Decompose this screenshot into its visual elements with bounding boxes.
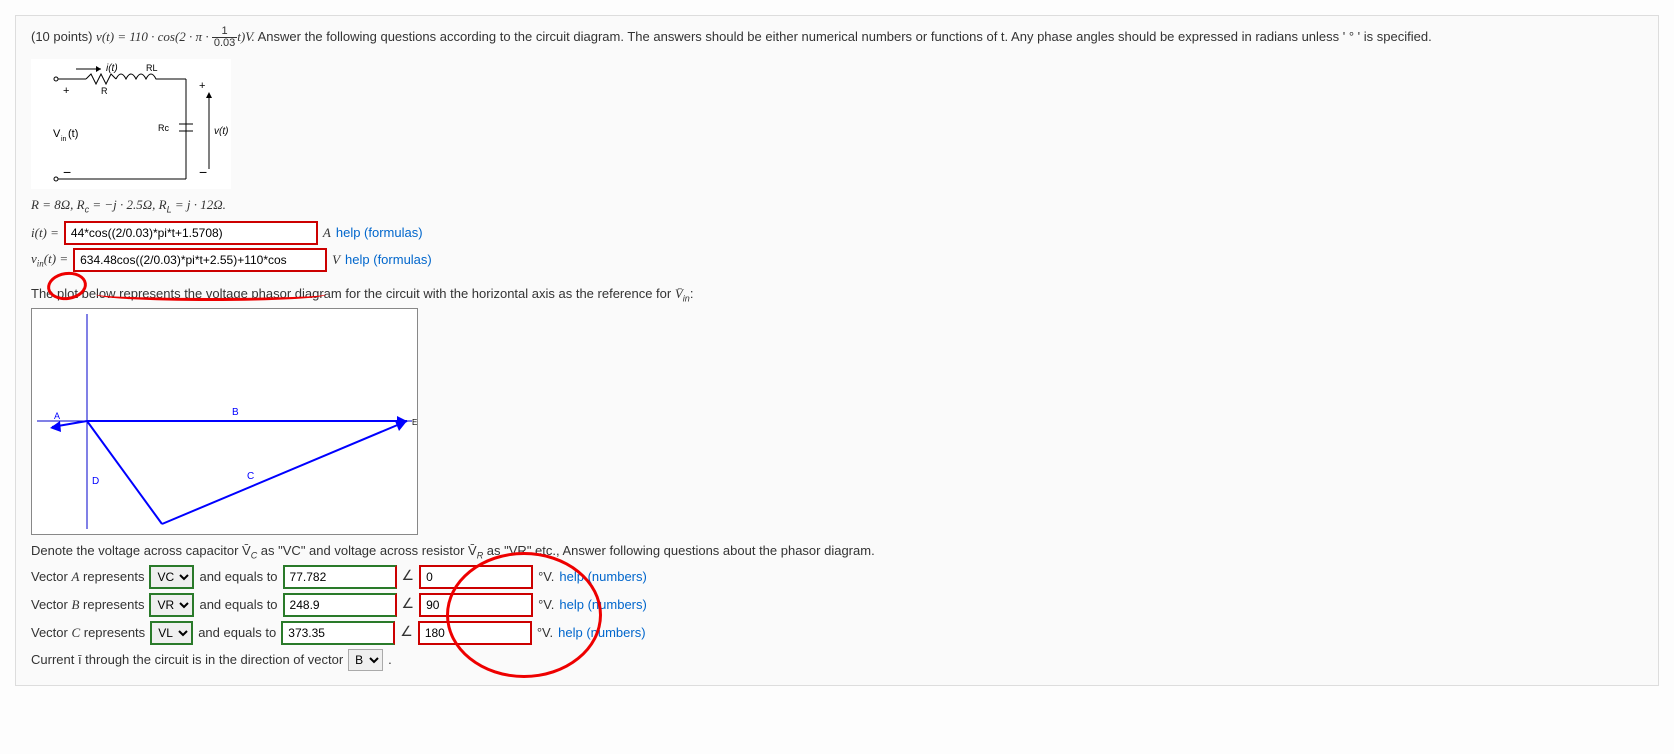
- svg-text:Rc: Rc: [158, 123, 169, 133]
- svg-text:E: E: [412, 418, 417, 427]
- frac-den: 0.03: [212, 38, 237, 49]
- plot-intro: The plot below represents the voltage ph…: [31, 286, 1643, 304]
- vin-help-link[interactable]: help (formulas): [345, 252, 432, 267]
- vec-b-angle[interactable]: [419, 593, 533, 617]
- vec-b-label: Vector B represents: [31, 597, 144, 613]
- angle-icon: ∠: [402, 596, 415, 613]
- vec-c-label: Vector C represents: [31, 625, 145, 641]
- phasor-plot: B E A D C: [31, 308, 418, 535]
- vec-b-mag[interactable]: [283, 593, 397, 617]
- vt-expression-suffix: t)V.: [237, 29, 254, 44]
- it-label: i(t) =: [31, 225, 59, 241]
- svg-text:v(t): v(t): [214, 126, 228, 137]
- it-unit: A: [323, 225, 331, 241]
- angle-icon: ∠: [402, 568, 415, 585]
- svg-text:R: R: [101, 86, 108, 96]
- svg-text:−: −: [63, 164, 71, 180]
- vector-a-row: Vector A represents VC and equals to ∠ °…: [31, 565, 1643, 589]
- params-1: R = 8Ω, R: [31, 197, 85, 212]
- current-label: Current ī through the circuit is in the …: [31, 652, 343, 667]
- denote-line: Denote the voltage across capacitor V̄C …: [31, 543, 1643, 561]
- vin-row: vin(t) = V help (formulas): [31, 248, 1643, 272]
- vec-a-help[interactable]: help (numbers): [559, 569, 646, 584]
- points-label: (10 points): [31, 29, 92, 44]
- fraction: 10.03: [212, 26, 237, 49]
- vec-a-select[interactable]: VC: [149, 565, 194, 589]
- vec-c-mag[interactable]: [281, 621, 395, 645]
- svg-text:RL: RL: [146, 63, 158, 73]
- instructions-text: Answer the following questions according…: [258, 29, 1432, 44]
- denote-1: Denote the voltage across capacitor V̄: [31, 543, 251, 558]
- vec-c-help[interactable]: help (numbers): [558, 625, 645, 640]
- current-select[interactable]: B: [348, 649, 383, 671]
- it-row: i(t) = A help (formulas): [31, 221, 1643, 245]
- vin-unit: V: [332, 252, 340, 268]
- plot-text-1: The plot below represents the voltage ph…: [31, 286, 675, 301]
- svg-text:i(t): i(t): [106, 63, 118, 74]
- params-3: = j · 12Ω.: [172, 197, 226, 212]
- circuit-diagram: i(t) RL R Rc + − V in (t) +: [31, 59, 231, 189]
- vec-a-mag[interactable]: [283, 565, 397, 589]
- svg-text:−: −: [199, 164, 207, 180]
- current-row: Current ī through the circuit is in the …: [31, 649, 1643, 671]
- problem-container: (10 points) v(t) = 110 · cos(2 · π · 10.…: [15, 15, 1659, 686]
- svg-text:A: A: [54, 411, 60, 421]
- denote-2: as "VC" and voltage across resistor V̄: [257, 543, 477, 558]
- it-input[interactable]: [64, 221, 318, 245]
- vector-c-row: Vector C represents VL and equals to ∠ °…: [31, 621, 1643, 645]
- vec-c-eq: and equals to: [198, 625, 276, 640]
- svg-text:B: B: [232, 407, 239, 418]
- vec-a-unit: °V.: [538, 569, 554, 584]
- params-2: = −j · 2.5Ω, R: [89, 197, 167, 212]
- svg-text:(t): (t): [68, 128, 78, 140]
- svg-text:+: +: [63, 85, 69, 97]
- vec-b-unit: °V.: [538, 597, 554, 612]
- vin-label: vin(t) =: [31, 251, 68, 269]
- vec-c-angle[interactable]: [418, 621, 532, 645]
- vec-a-eq: and equals to: [199, 569, 277, 584]
- vin-input[interactable]: [73, 248, 327, 272]
- vec-c-select[interactable]: VL: [150, 621, 193, 645]
- vec-a-angle[interactable]: [419, 565, 533, 589]
- plot-vin-sub: in: [683, 293, 690, 303]
- vec-b-select[interactable]: VR: [149, 593, 194, 617]
- vec-b-eq: and equals to: [199, 597, 277, 612]
- vec-c-unit: °V.: [537, 625, 553, 640]
- vt-expression-prefix: v(t) = 110 · cos(2 · π ·: [96, 29, 212, 44]
- vec-b-help[interactable]: help (numbers): [559, 597, 646, 612]
- angle-icon: ∠: [400, 624, 413, 641]
- vector-b-row: Vector B represents VR and equals to ∠ °…: [31, 593, 1643, 617]
- svg-text:V: V: [53, 128, 61, 140]
- plot-vin-sym: V̄: [675, 286, 683, 301]
- it-help-link[interactable]: help (formulas): [336, 225, 423, 240]
- svg-text:+: +: [199, 80, 205, 92]
- svg-text:C: C: [247, 471, 254, 482]
- plot-text-2: :: [690, 286, 694, 301]
- current-period: .: [388, 652, 392, 667]
- vec-a-label: Vector A represents: [31, 569, 144, 585]
- svg-text:in: in: [61, 136, 67, 143]
- problem-header: (10 points) v(t) = 110 · cos(2 · π · 10.…: [31, 26, 1643, 49]
- parameters-line: R = 8Ω, Rc = −j · 2.5Ω, RL = j · 12Ω.: [31, 197, 1643, 215]
- svg-text:D: D: [92, 476, 99, 487]
- denote-3: as "VR" etc., Answer following questions…: [483, 543, 875, 558]
